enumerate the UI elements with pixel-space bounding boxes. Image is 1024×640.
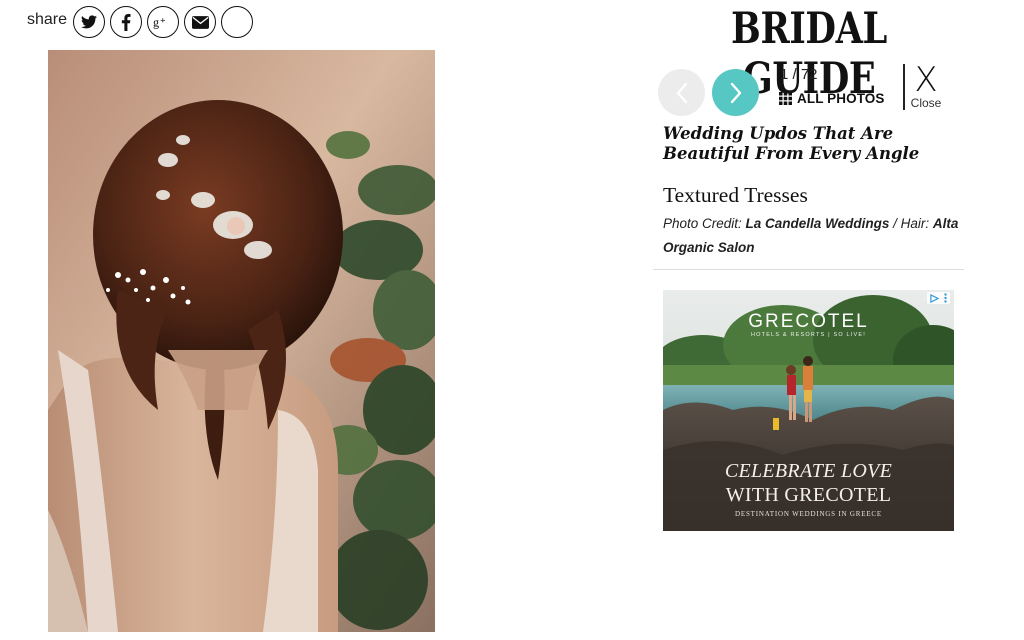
- twitter-share-button[interactable]: [73, 6, 106, 38]
- all-photos-button[interactable]: ALL PHOTOS: [779, 91, 885, 106]
- ad-choices[interactable]: [927, 292, 950, 304]
- ad-brand: GRECOTEL: [748, 311, 869, 332]
- all-photos-label: ALL PHOTOS: [797, 91, 885, 106]
- next-photo-button[interactable]: [712, 69, 759, 116]
- more-vertical-icon: [944, 293, 947, 303]
- credit-separator: /: [889, 216, 901, 231]
- ad-tagline: DESTINATION WEDDINGS IN GREECE: [735, 510, 882, 518]
- email-icon: [191, 15, 209, 29]
- svg-text:+: +: [160, 15, 165, 25]
- ad-headline-2: WITH GRECOTEL: [725, 484, 892, 506]
- google-plus-share-button[interactable]: g +: [147, 6, 180, 38]
- nav-divider: [903, 64, 905, 110]
- photo-counter: 1 / 72: [780, 66, 818, 83]
- gallery-photo: [48, 50, 435, 632]
- share-label: share: [27, 11, 68, 28]
- close-icon: X: [914, 60, 938, 100]
- adchoices-icon: [930, 293, 939, 303]
- more-share-button[interactable]: [221, 6, 254, 38]
- chevron-right-icon: [730, 82, 741, 103]
- grid-icon: [779, 92, 792, 105]
- ad-brand-sub: HOTELS & RESORTS | SO LIVE!: [750, 332, 867, 338]
- svg-text:g: g: [153, 15, 159, 29]
- hair-prefix: Hair:: [900, 216, 933, 231]
- previous-photo-button[interactable]: [658, 69, 705, 116]
- facebook-share-button[interactable]: [110, 6, 143, 38]
- share-bar: share g +: [27, 6, 258, 38]
- chevron-left-icon: [676, 82, 687, 103]
- google-plus-icon: g +: [153, 15, 166, 29]
- slide-title: Textured Tresses: [663, 183, 808, 207]
- twitter-icon: [81, 15, 98, 29]
- facebook-icon: [121, 13, 131, 31]
- email-share-button[interactable]: [184, 6, 217, 38]
- ad-headline-1: CELEBRATE LOVE: [724, 460, 893, 482]
- advertisement[interactable]: GRECOTEL HOTELS & RESORTS | SO LIVE! CEL…: [663, 290, 954, 531]
- gallery-title: Wedding Updos That Are Beautiful From Ev…: [663, 124, 920, 163]
- photo-credit: Photo Credit: La Candella Weddings / Hai…: [663, 212, 963, 260]
- photo-credit-link[interactable]: La Candella Weddings: [746, 216, 890, 231]
- close-label: Close: [910, 96, 942, 110]
- credit-prefix: Photo Credit:: [663, 216, 746, 231]
- close-button[interactable]: X Close: [906, 60, 946, 110]
- section-divider: [653, 269, 964, 270]
